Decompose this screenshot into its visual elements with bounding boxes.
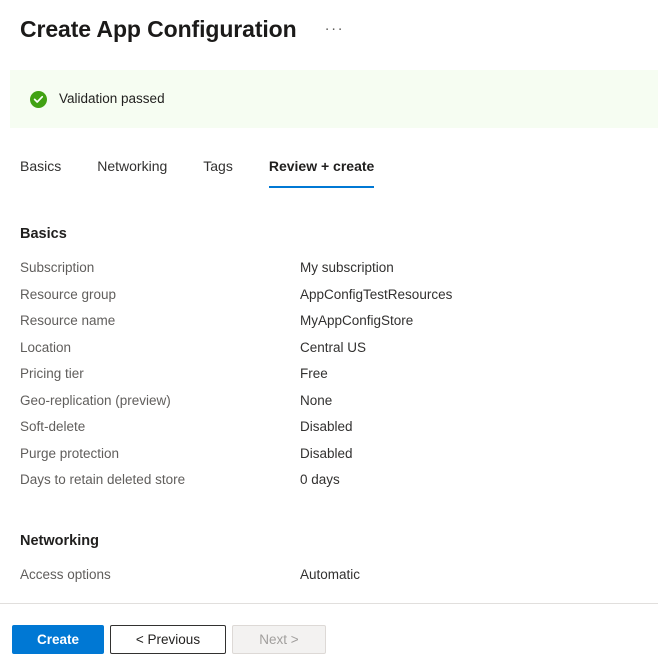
- validation-message: Validation passed: [59, 90, 165, 108]
- table-row: Pricing tier Free: [20, 364, 648, 391]
- wizard-tabs: Basics Networking Tags Review + create: [20, 157, 374, 188]
- tab-review-create[interactable]: Review + create: [269, 157, 374, 188]
- row-value: Disabled: [300, 417, 353, 436]
- row-value: Free: [300, 364, 328, 383]
- row-label: Pricing tier: [20, 364, 300, 383]
- row-label: Geo-replication (preview): [20, 391, 300, 410]
- table-row: Geo-replication (preview) None: [20, 391, 648, 418]
- row-value: Automatic: [300, 565, 360, 584]
- check-circle-icon: [30, 91, 47, 108]
- row-value: AppConfigTestResources: [300, 285, 452, 304]
- review-content: Basics Subscription My subscription Reso…: [20, 224, 648, 591]
- create-button[interactable]: Create: [12, 625, 104, 654]
- row-value: My subscription: [300, 258, 394, 277]
- tab-networking-label: Networking: [97, 158, 167, 174]
- row-value: Disabled: [300, 444, 353, 463]
- table-row: Location Central US: [20, 338, 648, 365]
- tab-tags[interactable]: Tags: [203, 157, 233, 188]
- validation-banner: Validation passed: [10, 70, 658, 128]
- more-options-icon[interactable]: ···: [321, 20, 349, 38]
- tab-tags-label: Tags: [203, 158, 233, 174]
- table-row: Purge protection Disabled: [20, 444, 648, 471]
- tab-review-create-label: Review + create: [269, 158, 374, 174]
- tab-basics[interactable]: Basics: [20, 157, 61, 188]
- footer-actions: Create < Previous Next >: [12, 625, 332, 654]
- section-basics: Basics Subscription My subscription Reso…: [20, 224, 648, 497]
- tab-networking[interactable]: Networking: [97, 157, 167, 188]
- page-header: Create App Configuration ···: [0, 0, 658, 44]
- table-row: Resource name MyAppConfigStore: [20, 311, 648, 338]
- table-row: Soft-delete Disabled: [20, 417, 648, 444]
- row-value: 0 days: [300, 470, 340, 489]
- section-networking: Networking Access options Automatic: [20, 531, 648, 592]
- row-label: Resource name: [20, 311, 300, 330]
- page-title: Create App Configuration: [20, 14, 297, 44]
- table-row: Resource group AppConfigTestResources: [20, 285, 648, 312]
- table-row: Access options Automatic: [20, 565, 648, 592]
- row-label: Soft-delete: [20, 417, 300, 436]
- previous-button[interactable]: < Previous: [110, 625, 226, 654]
- next-button: Next >: [232, 625, 326, 654]
- table-row: Subscription My subscription: [20, 258, 648, 285]
- tab-basics-label: Basics: [20, 158, 61, 174]
- row-value: Central US: [300, 338, 366, 357]
- row-label: Subscription: [20, 258, 300, 277]
- row-label: Resource group: [20, 285, 300, 304]
- footer-divider: [0, 603, 658, 604]
- row-label: Access options: [20, 565, 300, 584]
- section-heading-networking: Networking: [20, 531, 648, 551]
- row-value: None: [300, 391, 332, 410]
- row-label: Purge protection: [20, 444, 300, 463]
- row-label: Days to retain deleted store: [20, 470, 300, 489]
- section-heading-basics: Basics: [20, 224, 648, 244]
- row-label: Location: [20, 338, 300, 357]
- row-value: MyAppConfigStore: [300, 311, 413, 330]
- table-row: Days to retain deleted store 0 days: [20, 470, 648, 497]
